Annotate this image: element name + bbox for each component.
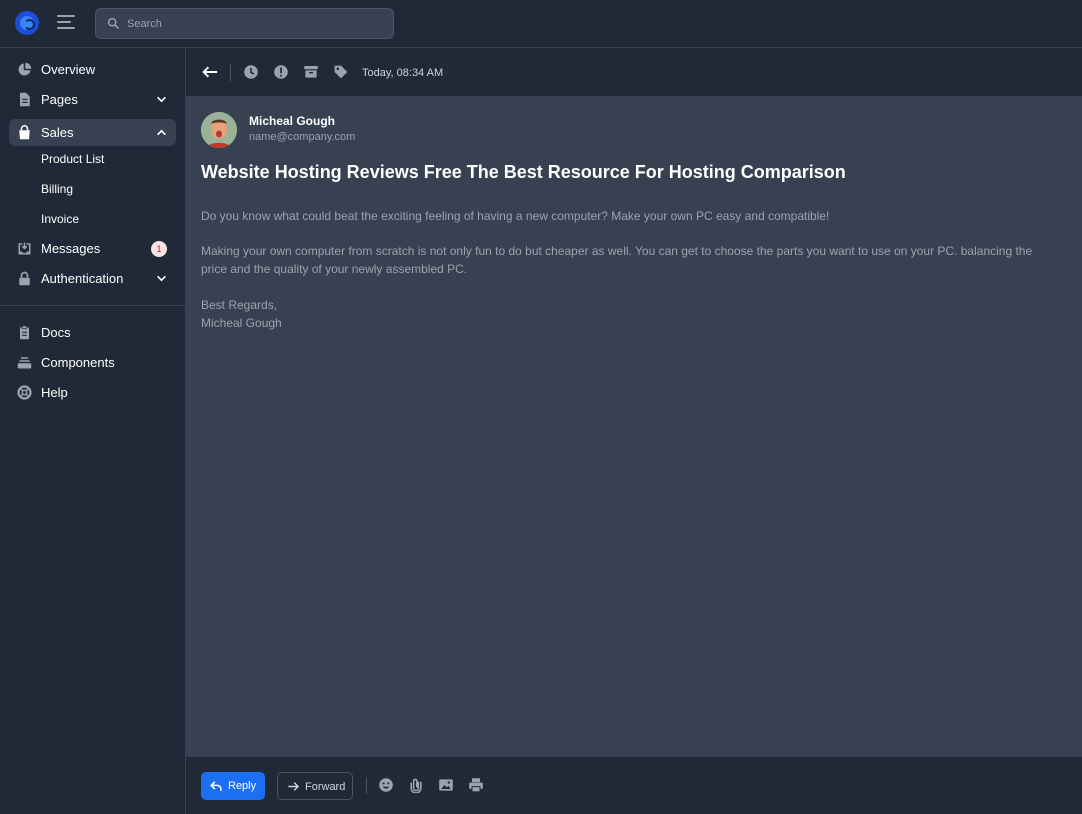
paperclip-icon[interactable] — [408, 777, 424, 793]
sidebar-subitem-product-list[interactable]: Product List — [41, 152, 104, 166]
sidebar-item-docs[interactable]: Docs — [9, 319, 176, 346]
sidebar-item-label: Authentication — [41, 271, 124, 286]
tag-icon[interactable] — [333, 64, 349, 80]
sidebar: Overview Pages Sales Product List Billin… — [0, 48, 186, 814]
document-icon — [20, 92, 30, 107]
email-signature: Micheal Gough — [201, 316, 282, 330]
reply-button[interactable]: Reply — [201, 772, 265, 800]
sidebar-item-sales[interactable]: Sales — [9, 119, 176, 146]
reply-icon — [210, 781, 222, 791]
sidebar-item-label: Pages — [41, 92, 78, 107]
archive-icon[interactable] — [303, 64, 319, 80]
sidebar-subitem-invoice[interactable]: Invoice — [41, 212, 79, 226]
email-subject: Website Hosting Reviews Free The Best Re… — [201, 162, 846, 182]
sidebar-item-label: Components — [41, 355, 115, 370]
arrow-right-icon — [288, 782, 300, 791]
unread-count-badge: 1 — [151, 241, 167, 257]
image-icon[interactable] — [438, 777, 454, 793]
sidebar-item-overview[interactable]: Overview — [9, 56, 176, 83]
search-input[interactable] — [127, 9, 387, 38]
email-toolbar: Today, 08:34 AM — [186, 48, 1082, 97]
sidebar-item-pages[interactable]: Pages — [9, 86, 176, 113]
email-paragraph: Making your own computer from scratch is… — [201, 244, 1033, 276]
reply-button-label: Reply — [228, 780, 257, 792]
top-navbar — [0, 0, 1082, 48]
back-arrow-icon[interactable] — [202, 66, 218, 78]
chevron-down-icon — [157, 275, 166, 282]
support-icon — [17, 385, 32, 400]
exclamation-icon[interactable] — [273, 64, 289, 80]
sidebar-item-label: Overview — [41, 62, 96, 77]
search-box — [95, 8, 394, 39]
brand-logo[interactable] — [15, 11, 39, 35]
lock-icon — [19, 271, 30, 286]
sidebar-item-components[interactable]: Components — [9, 349, 176, 376]
chevron-down-icon — [157, 96, 166, 103]
collection-icon — [17, 357, 32, 369]
emoji-icon[interactable] — [378, 777, 394, 793]
forward-button-label: Forward — [305, 781, 346, 793]
sidebar-item-label: Docs — [41, 325, 71, 340]
sidebar-subitem-billing[interactable]: Billing — [41, 182, 73, 196]
sidebar-item-messages[interactable]: Messages 1 — [9, 235, 176, 262]
sender-name: Micheal Gough — [249, 114, 336, 128]
toolbar-divider — [230, 64, 231, 81]
hamburger-menu-icon[interactable] — [57, 14, 77, 32]
footer-divider — [366, 777, 367, 794]
forward-button[interactable]: Forward — [277, 772, 353, 800]
sidebar-item-help[interactable]: Help — [9, 379, 176, 406]
clipboard-icon — [20, 325, 29, 340]
sidebar-item-label: Sales — [41, 125, 74, 140]
email-signoff: Best Regards, — [201, 298, 278, 312]
inbox-icon — [18, 242, 31, 255]
sender-avatar[interactable] — [201, 112, 237, 148]
sidebar-divider — [0, 305, 185, 306]
chevron-up-icon — [157, 129, 166, 136]
pie-chart-icon — [18, 62, 32, 76]
shopping-bag-icon — [19, 125, 30, 140]
email-paragraph: Do you know what could beat the exciting… — [201, 209, 830, 223]
sidebar-item-label: Messages — [41, 241, 101, 256]
email-timestamp: Today, 08:34 AM — [362, 67, 444, 79]
email-footer: Reply Forward — [186, 756, 1082, 814]
clock-icon[interactable] — [243, 64, 259, 80]
printer-icon[interactable] — [468, 777, 484, 793]
sidebar-item-label: Help — [41, 385, 68, 400]
email-content: Micheal Gough name@company.com Website H… — [186, 97, 1082, 756]
sender-email: name@company.com — [249, 131, 356, 143]
sidebar-item-authentication[interactable]: Authentication — [9, 265, 176, 292]
search-icon — [107, 17, 119, 29]
